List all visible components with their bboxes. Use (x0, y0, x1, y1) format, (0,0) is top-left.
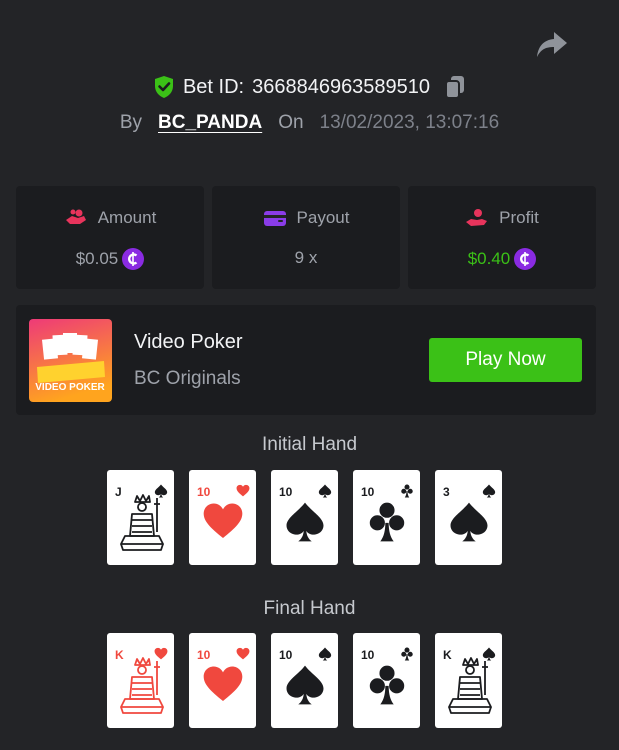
playing-card: K (107, 633, 174, 728)
spade-suit-icon (286, 502, 324, 542)
amount-card: Amount $0.05 (16, 186, 204, 289)
bet-id-value: 3668846963589510 (252, 75, 431, 98)
game-title: Video Poker (134, 331, 243, 353)
hand-coin-icon (466, 209, 488, 226)
copy-icon[interactable] (444, 74, 466, 100)
playing-card: 3 (435, 470, 502, 565)
card-rank: 10 (279, 648, 293, 662)
payout-card: Payout 9 x (212, 186, 400, 289)
playing-card: 10 (271, 470, 338, 565)
heart-suit-icon (236, 484, 250, 497)
face-card-figure-icon (120, 657, 164, 714)
author-row: By BC_PANDA On 13/02/2023, 13:07:16 (0, 112, 619, 134)
game-card: VIDEO POKER Video Poker BC Originals Pla… (16, 305, 596, 415)
spade-suit-icon (450, 502, 488, 542)
video-poker-thumbnail[interactable]: VIDEO POKER (29, 319, 112, 402)
face-card-figure-icon (120, 494, 164, 551)
initial-hand-cards: J 10 10 10 3 (107, 470, 502, 565)
share-icon[interactable] (536, 30, 568, 60)
coins-icon (65, 209, 86, 224)
heart-suit-icon (203, 666, 243, 701)
heart-suit-icon (236, 647, 250, 660)
profit-value: $0.40 (467, 249, 511, 268)
payout-value: 9 x (294, 248, 318, 267)
payout-label: Payout (296, 208, 350, 227)
on-label: On (278, 112, 304, 133)
card-rank: 10 (197, 648, 211, 662)
heart-suit-icon (203, 503, 243, 538)
profit-label: Profit (499, 208, 539, 227)
bet-stats: Amount $0.05 Payout 9 x Profit $0.40 (16, 186, 596, 289)
thumbnail-logo-text: VIDEO POKER (35, 382, 105, 393)
playing-card: 10 (189, 633, 256, 728)
spade-suit-icon (482, 484, 496, 498)
bet-id-label: Bet ID: (182, 75, 245, 98)
bet-datetime: 13/02/2023, 13:07:16 (319, 112, 500, 133)
shield-check-icon (154, 76, 173, 98)
club-suit-icon (401, 484, 413, 498)
card-rank: 10 (197, 485, 211, 499)
initial-hand-title: Initial Hand (261, 434, 358, 455)
bc-coin-icon (514, 248, 537, 270)
game-provider: BC Originals (134, 368, 241, 389)
card-rank: 3 (443, 485, 450, 499)
playing-card: 10 (353, 633, 420, 728)
card-rank: 10 (279, 485, 293, 499)
playing-card: K (435, 633, 502, 728)
username-link[interactable]: BC_PANDA (158, 112, 262, 134)
card-rank: 10 (361, 485, 375, 499)
amount-value: $0.05 (75, 249, 119, 268)
playing-card: 10 (189, 470, 256, 565)
final-hand-cards: K 10 10 10 K (107, 633, 502, 728)
club-suit-icon (401, 647, 413, 661)
playing-card: 10 (271, 633, 338, 728)
amount-label: Amount (97, 208, 157, 227)
spade-suit-icon (286, 665, 324, 705)
by-label: By (119, 112, 143, 133)
spade-suit-icon (318, 484, 332, 498)
card-rank: 10 (361, 648, 375, 662)
wallet-icon (263, 211, 286, 226)
bet-id-row: Bet ID: 3668846963589510 (0, 74, 619, 100)
final-hand-title: Final Hand (263, 598, 356, 619)
playing-card: J (107, 470, 174, 565)
play-now-button[interactable]: Play Now (429, 338, 582, 382)
bc-coin-icon (122, 248, 145, 270)
spade-suit-icon (318, 647, 332, 661)
profit-card: Profit $0.40 (408, 186, 596, 289)
club-suit-icon (369, 665, 405, 705)
face-card-figure-icon (448, 657, 492, 714)
playing-card: 10 (353, 470, 420, 565)
club-suit-icon (369, 502, 405, 542)
